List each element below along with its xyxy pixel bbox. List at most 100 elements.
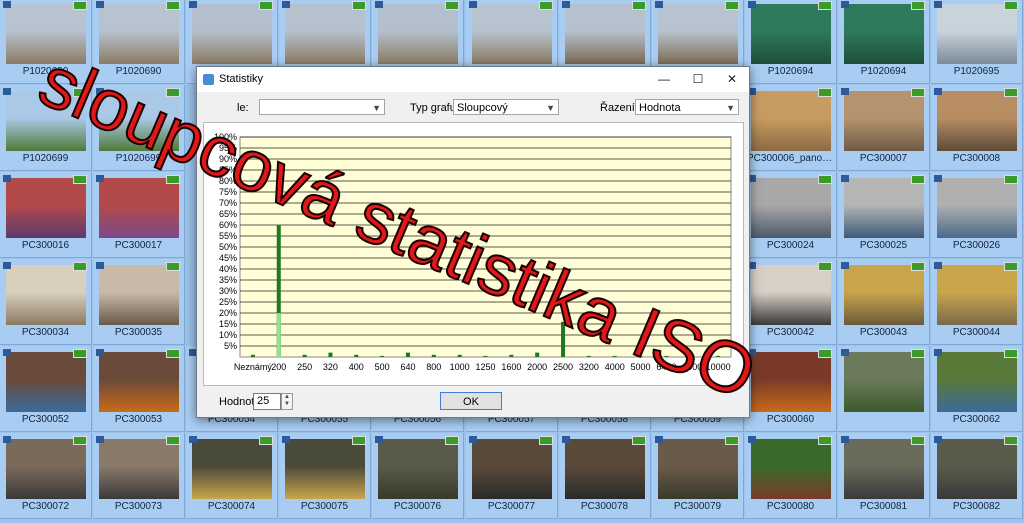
- thumbnail[interactable]: P1020694: [838, 0, 930, 84]
- thumbnail[interactable]: PC300026: [931, 172, 1023, 258]
- flag-icon: [841, 1, 849, 8]
- chart-bar: [250, 354, 255, 357]
- y-tick-label: 90%: [219, 154, 237, 164]
- format-badge-icon: [73, 1, 87, 10]
- field-select[interactable]: ▼: [259, 99, 385, 115]
- flag-icon: [469, 1, 477, 8]
- flag-icon: [655, 436, 663, 443]
- thumbnail[interactable]: P1020690: [0, 0, 92, 84]
- thumbnail-image: [751, 91, 831, 151]
- format-badge-icon: [1004, 436, 1018, 445]
- thumbnail[interactable]: P1020694: [745, 0, 837, 84]
- thumbnail[interactable]: PC300080: [745, 433, 837, 519]
- thumbnail[interactable]: PC300072: [0, 433, 92, 519]
- thumbnail-image: [751, 265, 831, 325]
- dialog-title: Statistiky: [219, 73, 264, 85]
- thumbnail[interactable]: PC300035: [93, 259, 185, 345]
- thumbnail-caption: PC300072: [21, 501, 70, 512]
- y-tick-label: 30%: [219, 286, 237, 296]
- iso-bar-chart: 5%10%15%20%25%30%35%40%45%50%55%60%65%70…: [214, 132, 732, 372]
- thumbnail-caption: PC300075: [300, 501, 349, 512]
- chart-bar: [638, 355, 643, 357]
- thumbnail[interactable]: PC300008: [931, 85, 1023, 171]
- thumbnail[interactable]: PC300077: [466, 433, 558, 519]
- thumbnail[interactable]: PC300017: [93, 172, 185, 258]
- thumbnail-image: [565, 439, 645, 499]
- thumbnail[interactable]: P1020690: [93, 0, 185, 84]
- format-badge-icon: [818, 436, 832, 445]
- thumbnail-image: [844, 4, 924, 64]
- sort-label: Řazení:: [600, 102, 638, 114]
- chart-bar: [509, 354, 514, 357]
- x-tick-label: 3200: [579, 362, 599, 372]
- minimize-button[interactable]: —: [647, 67, 681, 92]
- thumbnail[interactable]: PC300053: [93, 346, 185, 432]
- thumbnail[interactable]: PC300062: [931, 346, 1023, 432]
- thumbnail[interactable]: PC300052: [0, 346, 92, 432]
- thumbnail[interactable]: PC300043: [838, 259, 930, 345]
- thumbnail-caption: PC300074: [207, 501, 256, 512]
- thumbnail-caption: PC300042: [766, 327, 815, 338]
- thumbnail[interactable]: PC300025: [838, 172, 930, 258]
- thumbnail-image: [285, 4, 365, 64]
- thumbnail[interactable]: P1020699: [0, 85, 92, 171]
- close-button[interactable]: ✕: [715, 67, 749, 92]
- thumbnail[interactable]: PC300081: [838, 433, 930, 519]
- y-tick-label: 75%: [219, 187, 237, 197]
- format-badge-icon: [73, 88, 87, 97]
- thumbnail[interactable]: PC300076: [372, 433, 464, 519]
- flag-icon: [3, 436, 11, 443]
- thumbnail-caption: P1020699: [115, 153, 162, 164]
- format-badge-icon: [818, 88, 832, 97]
- thumbnail[interactable]: PC300078: [559, 433, 651, 519]
- thumbnail-image: [751, 439, 831, 499]
- y-tick-label: 5%: [224, 341, 237, 351]
- format-badge-icon: [1004, 349, 1018, 358]
- y-tick-label: 35%: [219, 275, 237, 285]
- thumbnail[interactable]: PC300034: [0, 259, 92, 345]
- thumbnail[interactable]: PC300007: [838, 85, 930, 171]
- format-badge-icon: [911, 1, 925, 10]
- ok-button[interactable]: OK: [440, 392, 502, 410]
- format-badge-icon: [352, 1, 366, 10]
- flag-icon: [375, 436, 383, 443]
- chart-bar: [302, 354, 307, 357]
- chevron-down-icon: ▼: [726, 103, 735, 113]
- chart-bar: [690, 354, 695, 357]
- thumbnail-caption: PC300079: [673, 501, 722, 512]
- format-badge-icon: [911, 88, 925, 97]
- thumbnail-caption: P1020694: [860, 66, 907, 77]
- chart-bar: [380, 355, 385, 357]
- format-badge-icon: [818, 1, 832, 10]
- thumbnail[interactable]: P1020695: [931, 0, 1023, 84]
- thumbnail[interactable]: PC300042: [745, 259, 837, 345]
- value-input[interactable]: 25: [253, 393, 281, 410]
- thumbnail[interactable]: PC300074: [186, 433, 278, 519]
- thumbnail[interactable]: PC300082: [931, 433, 1023, 519]
- format-badge-icon: [632, 436, 646, 445]
- y-tick-label: 65%: [219, 209, 237, 219]
- chart-type-select[interactable]: Sloupcový ▼: [453, 99, 559, 115]
- thumbnail[interactable]: PC300024: [745, 172, 837, 258]
- value-spinner[interactable]: ▲ ▼: [281, 393, 293, 410]
- thumbnail-image: [285, 439, 365, 499]
- dialog-titlebar[interactable]: Statistiky — ☐ ✕: [197, 67, 749, 92]
- thumbnail[interactable]: PC300079: [652, 433, 744, 519]
- flag-icon: [282, 436, 290, 443]
- thumbnail-image: [378, 439, 458, 499]
- x-tick-label: 800: [426, 362, 441, 372]
- thumbnail[interactable]: PC300060: [745, 346, 837, 432]
- thumbnail-caption: PC300008: [952, 153, 1001, 164]
- maximize-button[interactable]: ☐: [681, 67, 715, 92]
- thumbnail-caption: PC300025: [859, 240, 908, 251]
- thumbnail[interactable]: P1020699: [93, 85, 185, 171]
- thumbnail[interactable]: PC300016: [0, 172, 92, 258]
- thumbnail[interactable]: PC300044: [931, 259, 1023, 345]
- y-tick-label: 100%: [214, 132, 237, 142]
- thumbnail[interactable]: PC300075: [279, 433, 371, 519]
- thumbnail[interactable]: PC300006_panora...: [745, 85, 837, 171]
- thumbnail[interactable]: PC300073: [93, 433, 185, 519]
- thumbnail-caption: PC300052: [21, 414, 70, 425]
- sort-select[interactable]: Hodnota ▼: [635, 99, 739, 115]
- thumbnail[interactable]: [838, 346, 930, 432]
